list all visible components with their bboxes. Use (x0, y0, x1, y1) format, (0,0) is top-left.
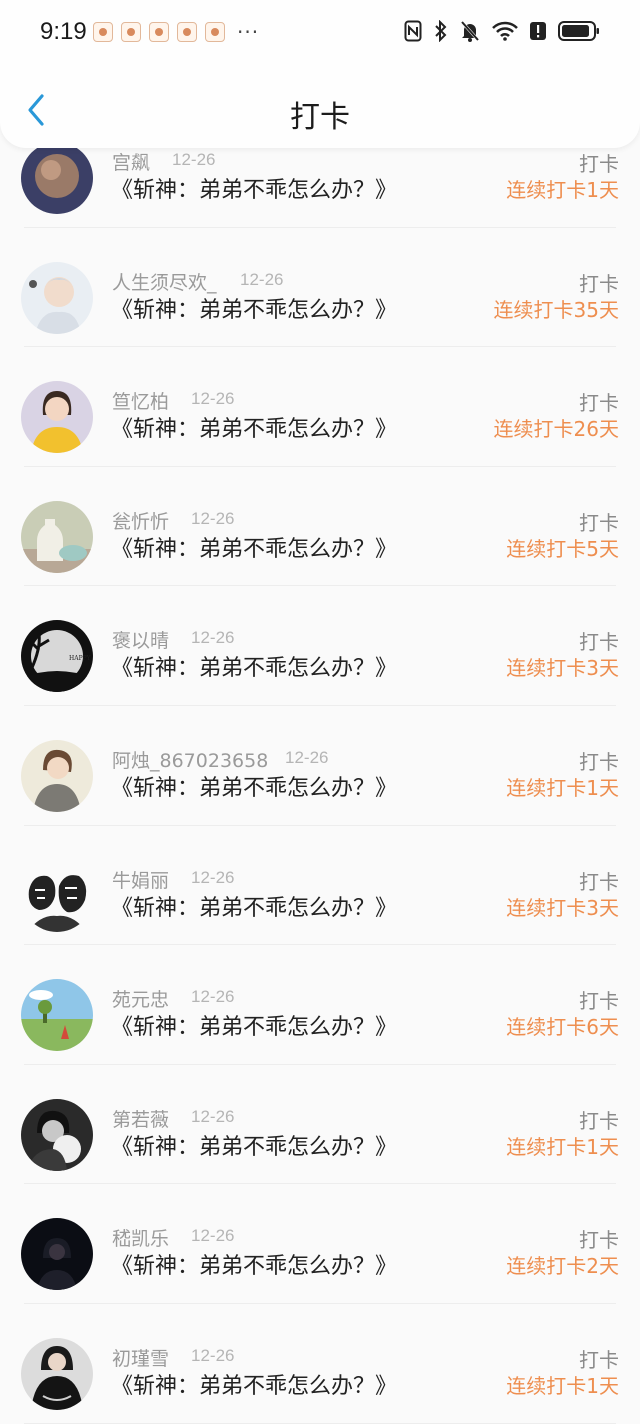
checkin-tag: 打卡 (579, 630, 619, 655)
bluetooth-icon (435, 20, 447, 42)
streak-label: 连续打卡3天 (506, 895, 619, 920)
list-item[interactable]: 嵇凯乐 12-26 打卡 《斩神：弟弟不乖怎么办？》 连续打卡2天 (0, 1184, 640, 1304)
svg-text:HAPPY: HAPPY (69, 655, 92, 662)
user-name: 宫飙 (112, 152, 151, 174)
avatar[interactable] (21, 859, 93, 932)
user-name: 褒以晴 (112, 630, 170, 653)
streak-label: 连续打卡5天 (506, 536, 619, 561)
alert-icon (530, 22, 546, 40)
streak-label: 连续打卡1天 (506, 178, 619, 202)
screen: 9:19 ··· 打卡 宫飙 12-26 打卡 《斩神：弟弟不乖怎么办？》 连续… (0, 0, 640, 1424)
user-name: 笪忆柏 (112, 391, 170, 414)
checkin-date: 12-26 (191, 1226, 235, 1246)
checkin-tag: 打卡 (579, 989, 619, 1014)
book-title[interactable]: 《斩神：弟弟不乖怎么办？》 (111, 890, 397, 922)
checkin-tag: 打卡 (579, 869, 619, 894)
status-bar: 9:19 ··· (0, 0, 640, 66)
streak-label: 连续打卡3天 (506, 656, 619, 681)
list-item[interactable]: 笪忆柏 12-26 打卡 《斩神：弟弟不乖怎么办？》 连续打卡26天 (0, 347, 640, 467)
app-notification-icon (177, 22, 197, 42)
streak-label: 连续打卡1天 (506, 1373, 619, 1398)
notification-icons: ··· (93, 22, 259, 42)
app-notification-icon (93, 22, 113, 42)
book-title[interactable]: 《斩神：弟弟不乖怎么办？》 (111, 1009, 397, 1041)
avatar[interactable] (21, 739, 93, 812)
list-item[interactable]: 第若薇 12-26 打卡 《斩神：弟弟不乖怎么办？》 连续打卡1天 (0, 1065, 640, 1185)
page-title: 打卡 (290, 100, 350, 135)
app-notification-icon (121, 22, 141, 42)
checkin-tag: 打卡 (579, 1347, 619, 1372)
list-item[interactable]: 牛娟丽 12-26 打卡 《斩神：弟弟不乖怎么办？》 连续打卡3天 (0, 826, 640, 946)
avatar[interactable] (21, 381, 93, 454)
user-name: 第若薇 (112, 1108, 170, 1131)
book-title[interactable]: 《斩神：弟弟不乖怎么办？》 (111, 650, 397, 682)
list-item[interactable]: 瓮忻忻 12-26 打卡 《斩神：弟弟不乖怎么办？》 连续打卡5天 (0, 467, 640, 587)
avatar[interactable] (21, 1337, 93, 1410)
checkin-date: 12-26 (191, 867, 235, 887)
avatar[interactable] (21, 1098, 93, 1171)
checkin-date: 12-26 (191, 987, 235, 1007)
checkin-tag: 打卡 (579, 271, 619, 296)
streak-label: 连续打卡1天 (506, 775, 619, 800)
avatar[interactable] (21, 500, 93, 573)
avatar[interactable] (21, 1218, 93, 1291)
user-name: 瓮忻忻 (112, 510, 170, 533)
list-item[interactable]: HAPPY 褒以晴 12-26 打卡 《斩神：弟弟不乖怎么办？》 连续打卡3天 (0, 586, 640, 706)
user-name: 初瑾雪 (112, 1347, 170, 1370)
checkin-date: 12-26 (191, 628, 235, 648)
system-icons (404, 20, 600, 42)
status-time: 9:19 (40, 18, 87, 45)
streak-label: 连续打卡6天 (506, 1015, 619, 1040)
list-item[interactable]: 阿烛_867023658 12-26 打卡 《斩神：弟弟不乖怎么办？》 连续打卡… (0, 706, 640, 826)
user-name: 阿烛_867023658 (112, 749, 269, 772)
book-title[interactable]: 《斩神：弟弟不乖怎么办？》 (111, 172, 397, 204)
list-item[interactable]: 初瑾雪 12-26 打卡 《斩神：弟弟不乖怎么办？》 连续打卡1天 (0, 1304, 640, 1424)
app-notification-icon (149, 22, 169, 42)
top-bar: 9:19 ··· 打卡 (0, 0, 640, 148)
book-title[interactable]: 《斩神：弟弟不乖怎么办？》 (111, 770, 397, 802)
more-notifications-icon: ··· (237, 20, 260, 44)
avatar[interactable]: HAPPY (21, 620, 93, 693)
nfc-icon (404, 20, 422, 42)
checkin-date: 12-26 (191, 508, 235, 528)
streak-label: 连续打卡26天 (493, 417, 619, 442)
battery-icon (558, 21, 599, 41)
avatar[interactable] (21, 261, 93, 334)
user-name: 苑元忠 (112, 989, 170, 1012)
checkin-date: 12-26 (285, 747, 329, 767)
checkin-date: 12-26 (191, 389, 235, 409)
book-title[interactable]: 《斩神：弟弟不乖怎么办？》 (111, 531, 397, 563)
book-title[interactable]: 《斩神：弟弟不乖怎么办？》 (111, 292, 397, 324)
book-title[interactable]: 《斩神：弟弟不乖怎么办？》 (111, 1248, 397, 1280)
book-title[interactable]: 《斩神：弟弟不乖怎么办？》 (111, 1129, 397, 1161)
streak-label: 连续打卡1天 (506, 1134, 619, 1159)
checkin-tag: 打卡 (579, 1228, 619, 1253)
mute-icon (460, 21, 480, 42)
checkin-tag: 打卡 (579, 1108, 619, 1133)
avatar[interactable] (21, 979, 93, 1052)
wifi-icon (492, 21, 518, 41)
avatar[interactable] (21, 142, 93, 214)
checkin-date: 12-26 (191, 1345, 235, 1365)
checkin-date: 12-26 (240, 269, 284, 289)
user-name: 嵇凯乐 (112, 1228, 170, 1251)
checkin-tag: 打卡 (579, 391, 619, 416)
checkin-date: 12-26 (172, 150, 216, 169)
list-item[interactable]: 苑元忠 12-26 打卡 《斩神：弟弟不乖怎么办？》 连续打卡6天 (0, 945, 640, 1065)
user-name: 牛娟丽 (112, 869, 170, 892)
user-name: 人生须尽欢_ (112, 271, 217, 294)
checkin-tag: 打卡 (579, 749, 619, 774)
streak-label: 连续打卡35天 (493, 297, 619, 322)
checkin-date: 12-26 (191, 1106, 235, 1126)
streak-label: 连续打卡2天 (506, 1254, 619, 1279)
checkin-list: 宫飙 12-26 打卡 《斩神：弟弟不乖怎么办？》 连续打卡1天 人生须尽欢_ … (0, 108, 640, 1424)
list-item[interactable]: 人生须尽欢_ 12-26 打卡 《斩神：弟弟不乖怎么办？》 连续打卡35天 (0, 228, 640, 348)
book-title[interactable]: 《斩神：弟弟不乖怎么办？》 (111, 1368, 397, 1400)
checkin-tag: 打卡 (579, 152, 619, 176)
header: 打卡 (0, 66, 640, 148)
app-notification-icon (205, 22, 225, 42)
book-title[interactable]: 《斩神：弟弟不乖怎么办？》 (111, 411, 397, 443)
checkin-tag: 打卡 (579, 510, 619, 535)
